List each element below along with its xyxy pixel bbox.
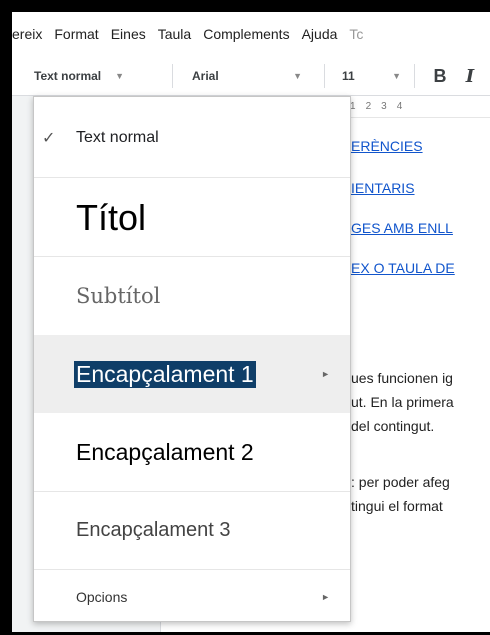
- chevron-down-icon: ▼: [293, 71, 302, 81]
- style-option-label: Títol: [76, 197, 147, 238]
- menu-divider: [34, 569, 350, 570]
- check-icon: ✓: [42, 130, 56, 147]
- style-option-heading-1[interactable]: Encapçalament 1 ►: [34, 335, 350, 413]
- toolbar-divider: [414, 64, 415, 88]
- document-text-line: del contingut.: [351, 418, 435, 434]
- style-option-heading-3[interactable]: Encapçalament 3: [34, 491, 350, 569]
- style-option-heading-2[interactable]: Encapçalament 2: [34, 413, 350, 491]
- style-option-subtitle[interactable]: Subtítol: [34, 257, 350, 335]
- document-link[interactable]: GES AMB ENLL: [351, 220, 453, 236]
- style-option-label: Subtítol: [76, 284, 161, 308]
- style-option-label: Text normal: [76, 129, 159, 146]
- font-size-dropdown[interactable]: 11 ▼: [342, 56, 407, 96]
- style-option-label: Encapçalament 2: [76, 438, 254, 465]
- toolbar: Text normal ▼ Arial ▼ 11 ▼ B I: [12, 56, 490, 96]
- chevron-right-icon: ►: [321, 369, 330, 379]
- menu-bar: ereix Format Eines Taula Complements Aju…: [12, 12, 490, 56]
- italic-button[interactable]: I: [458, 56, 482, 96]
- style-option-label: Encapçalament 1: [74, 360, 256, 388]
- ruler-mark: 3: [381, 101, 387, 112]
- style-options-item[interactable]: Opcions ►: [34, 577, 350, 617]
- document-text-line: tingui el format: [351, 498, 443, 514]
- menu-insert[interactable]: ereix: [12, 26, 48, 42]
- menu-format[interactable]: Format: [48, 26, 104, 42]
- paragraph-style-value: Text normal: [34, 69, 102, 83]
- menu-addons[interactable]: Complements: [197, 26, 295, 42]
- document-link[interactable]: IENTARIS: [351, 180, 415, 196]
- font-size-value: 11: [342, 69, 355, 83]
- menu-table[interactable]: Taula: [152, 26, 197, 42]
- menu-divider: [34, 177, 350, 178]
- font-family-value: Arial: [192, 69, 219, 83]
- ruler-mark: 2: [365, 101, 372, 112]
- app-window: ereix Format Eines Taula Complements Aju…: [0, 0, 490, 635]
- style-option-title[interactable]: Títol: [34, 179, 350, 257]
- chevron-down-icon: ▼: [392, 71, 401, 81]
- toolbar-divider: [324, 64, 325, 88]
- chevron-right-icon: ►: [321, 592, 330, 602]
- screen-border-top: [0, 0, 490, 12]
- document-link[interactable]: EX O TAULA DE: [351, 260, 455, 276]
- style-option-label: Encapçalament 3: [76, 518, 231, 541]
- menu-tools[interactable]: Eines: [105, 26, 152, 42]
- document-link[interactable]: ERÈNCIES: [351, 138, 423, 154]
- document-text-line: ues funcionen ig: [351, 370, 453, 386]
- horizontal-ruler[interactable]: 1 2 3 4: [350, 96, 490, 118]
- document-text-line: : per poder afeg: [351, 474, 450, 490]
- menu-last[interactable]: Tc: [343, 26, 369, 42]
- paragraph-style-dropdown[interactable]: Text normal ▼: [34, 56, 170, 96]
- toolbar-divider: [172, 64, 173, 88]
- ruler-mark: 4: [396, 101, 403, 112]
- style-options-label: Opcions: [76, 589, 128, 605]
- menu-help[interactable]: Ajuda: [296, 26, 344, 42]
- screen-border-left: [0, 0, 12, 635]
- paragraph-style-menu: ✓ Text normal Títol Subtítol Encapçalame…: [33, 96, 351, 622]
- document-text-line: ut. En la primera: [351, 394, 454, 410]
- chevron-down-icon: ▼: [115, 71, 125, 81]
- bold-button[interactable]: B: [428, 56, 452, 96]
- font-family-dropdown[interactable]: Arial ▼: [192, 56, 312, 96]
- style-option-normal-text[interactable]: ✓ Text normal: [34, 107, 350, 169]
